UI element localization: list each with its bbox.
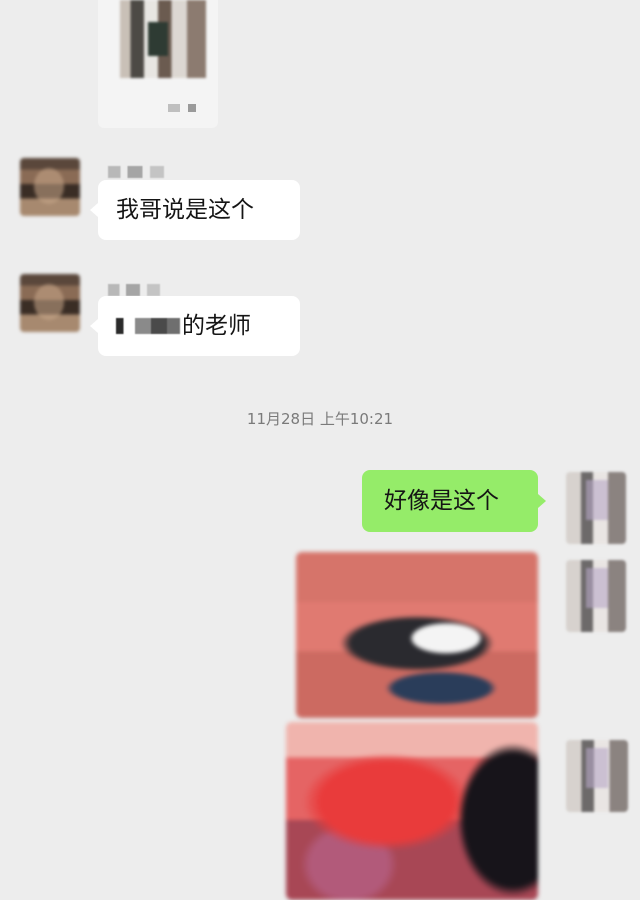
incoming-image-message[interactable]: [98, 0, 218, 128]
self-avatar[interactable]: [566, 740, 628, 812]
contact-avatar[interactable]: [20, 158, 80, 216]
outgoing-image-message[interactable]: [286, 722, 538, 900]
chat-timestamp: 11月28日 上午10:21: [246, 410, 394, 428]
blurred-image: [120, 0, 206, 78]
self-avatar[interactable]: [566, 472, 626, 544]
contact-nickname-redacted: [108, 284, 160, 296]
contact-avatar[interactable]: [20, 274, 80, 332]
self-avatar[interactable]: [566, 560, 626, 632]
incoming-message-bubble[interactable]: 的老师: [90, 296, 300, 356]
contact-nickname-redacted: [108, 166, 164, 178]
redacted-text: [116, 318, 180, 334]
message-text: 好像是这个: [384, 487, 499, 514]
incoming-message-bubble[interactable]: 我哥说是这个: [90, 180, 300, 240]
outgoing-image-message[interactable]: [296, 552, 538, 718]
message-text: 的老师: [182, 312, 251, 339]
message-text: 我哥说是这个: [116, 196, 254, 223]
outgoing-message-bubble[interactable]: 好像是这个: [362, 470, 546, 532]
blurred-caption: [168, 104, 208, 112]
